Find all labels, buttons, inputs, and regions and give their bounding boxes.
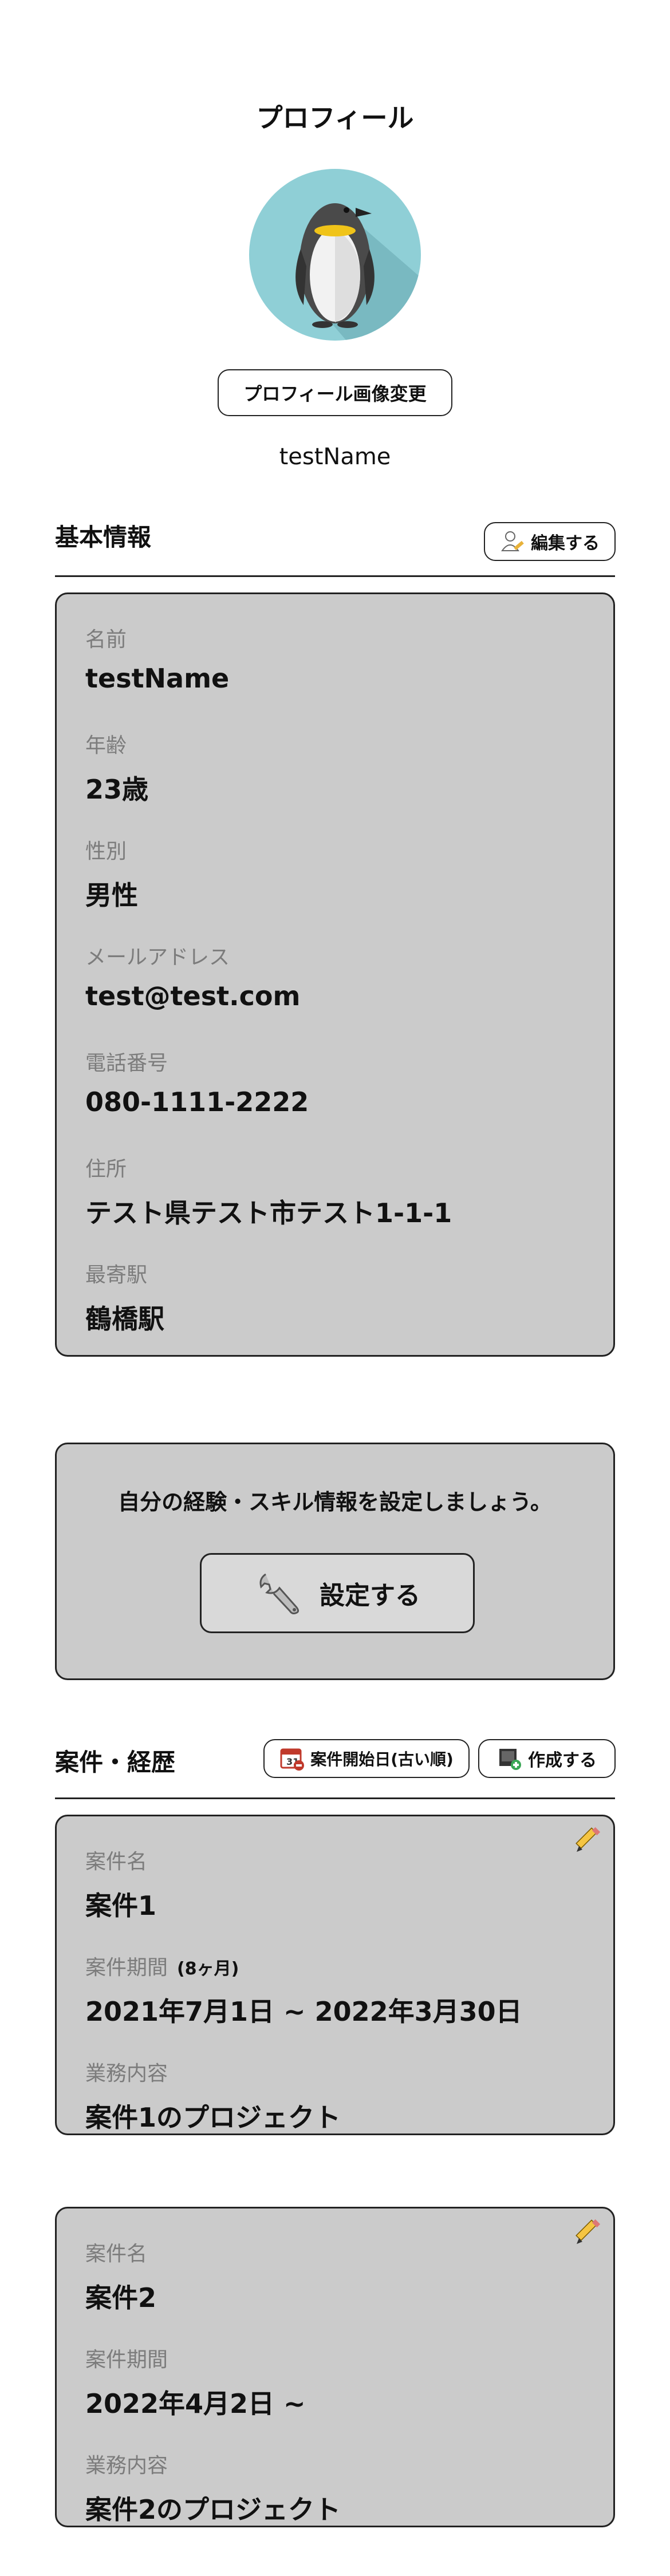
avatar <box>249 169 421 341</box>
set-skills-label: 設定する <box>320 1581 420 1610</box>
field-label-address: 住所 <box>85 1157 127 1181</box>
sort-by-start-date-button[interactable]: 31 案件開始日(古い順) <box>263 1739 470 1778</box>
edit-basic-info-button[interactable]: 編集する <box>484 522 616 561</box>
edit-pencil-icon[interactable] <box>573 2219 602 2247</box>
basic-info-title: 基本情報 <box>55 523 152 551</box>
project-name-label: 案件名 <box>85 1850 148 1874</box>
project-content-label: 業務内容 <box>85 2454 168 2478</box>
project-period: 2021年7月1日 ~ 2022年3月30日 <box>85 1996 522 2027</box>
project-period-label: 案件期間 <box>85 1956 168 1980</box>
sort-button-label: 案件開始日(古い順) <box>310 1750 454 1769</box>
field-value-name: testName <box>85 663 230 694</box>
project-name-label: 案件名 <box>85 2242 148 2266</box>
field-label-age: 年齢 <box>85 734 127 757</box>
field-label-email: メールアドレス <box>85 946 230 969</box>
field-value-gender: 男性 <box>85 880 138 911</box>
project-period-label: 案件期間 <box>85 2348 168 2372</box>
field-value-age: 23歳 <box>85 774 149 805</box>
project-name: 案件1 <box>85 1890 157 1921</box>
field-label-station: 最寄駅 <box>85 1263 148 1287</box>
projects-title: 案件・経歴 <box>55 1748 176 1776</box>
field-value-address: テスト県テスト市テスト1-1-1 <box>85 1198 452 1228</box>
edit-user-icon <box>500 529 525 554</box>
set-skills-button[interactable]: 設定する <box>200 1553 475 1633</box>
project-content: 案件2のプロジェクト <box>85 2494 341 2525</box>
user-name: testName <box>279 444 391 470</box>
calendar-icon: 31 <box>279 1746 305 1771</box>
edit-button-label: 編集する <box>531 534 600 554</box>
field-value-station: 鶴橋駅 <box>85 1303 164 1334</box>
wrench-icon <box>254 1567 306 1619</box>
basic-info-card: 名前 testName 年齢 23歳 性別 男性 メールアドレス test@te… <box>55 592 615 1357</box>
basic-info-divider <box>55 575 615 577</box>
project-card: 案件名 案件2 案件期間 2022年4月2日 ~ 業務内容 案件2のプロジェクト <box>55 2207 615 2527</box>
project-content-label: 業務内容 <box>85 2062 168 2085</box>
field-label-gender: 性別 <box>85 840 127 863</box>
project-period-note: (8ヶ月) <box>177 1959 239 1979</box>
field-label-phone: 電話番号 <box>85 1052 168 1075</box>
page-title: プロフィール <box>256 102 414 133</box>
project-period-label-row: 案件期間 (8ヶ月) <box>85 1951 239 1981</box>
skills-card: 自分の経験・スキル情報を設定しましょう。 設定する <box>55 1443 615 1680</box>
field-label-name: 名前 <box>85 628 127 651</box>
add-document-icon <box>497 1746 522 1771</box>
field-value-email: test@test.com <box>85 981 301 1012</box>
change-image-button[interactable]: プロフィール画像変更 <box>218 369 452 416</box>
create-button-label: 作成する <box>528 1751 597 1771</box>
create-project-button[interactable]: 作成する <box>478 1739 616 1778</box>
field-value-phone: 080-1111-2222 <box>85 1086 309 1117</box>
projects-divider <box>55 1797 615 1799</box>
project-name: 案件2 <box>85 2282 157 2313</box>
penguin-icon <box>295 203 421 341</box>
project-period: 2022年4月2日 ~ <box>85 2388 306 2419</box>
skills-message: 自分の経験・スキル情報を設定しましょう。 <box>118 1490 552 1515</box>
project-content: 案件1のプロジェクト <box>85 2102 341 2133</box>
project-card: 案件名 案件1 案件期間 (8ヶ月) 2021年7月1日 ~ 2022年3月30日… <box>55 1815 615 2135</box>
edit-pencil-icon[interactable] <box>573 1827 602 1855</box>
